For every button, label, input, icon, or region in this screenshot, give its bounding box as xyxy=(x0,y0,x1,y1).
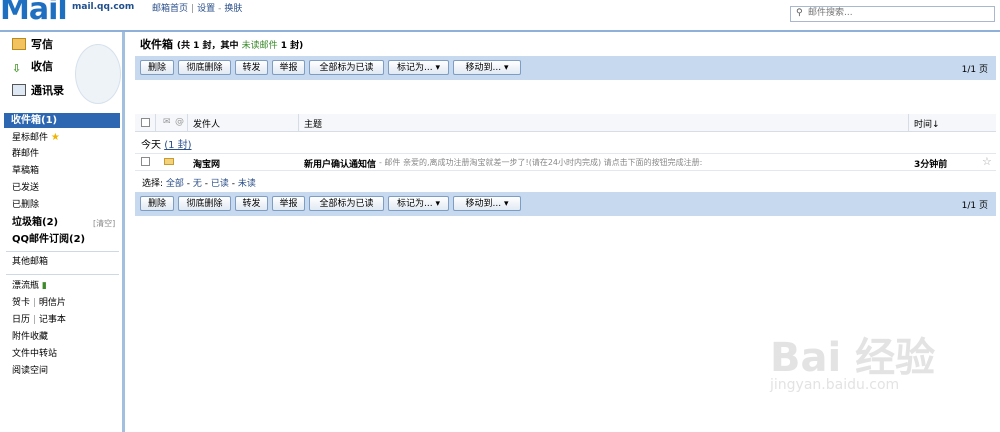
sidebar-item-drift-bottle[interactable]: 漂流瓶 ▮ xyxy=(12,280,47,293)
attachment-column-icon: @ xyxy=(175,117,184,127)
select-all-checkbox[interactable] xyxy=(141,118,150,127)
row-checkbox[interactable] xyxy=(141,157,150,166)
baidu-watermark: Bai 经验 xyxy=(770,335,936,381)
logo[interactable]: Mail xyxy=(0,0,68,27)
sidebar-item-drafts[interactable]: 草稿箱 xyxy=(12,165,39,178)
group-count-link[interactable]: (1 封) xyxy=(164,140,191,151)
sidebar-item-file-transfer[interactable]: 文件中转站 xyxy=(12,348,57,361)
link-mailbox-home[interactable]: 邮箱首页 xyxy=(152,4,188,14)
sidebar-item-reading-space[interactable]: 阅读空间 xyxy=(12,365,48,378)
page-title: 收件箱 (共 1 封，其中 未读邮件 1 封) xyxy=(140,38,304,51)
chevron-down-icon: ▾ xyxy=(435,199,440,209)
link-skin[interactable]: 换肤 xyxy=(224,4,242,14)
forward-button[interactable]: 转发 xyxy=(235,196,268,211)
page-indicator: 1/1 页 xyxy=(961,201,988,211)
sidebar-item-postcard[interactable]: 明信片 xyxy=(39,298,66,308)
sidebar-item-tools: 日历 | 记事本 xyxy=(12,315,66,325)
column-time[interactable]: 时间↓ xyxy=(914,117,940,130)
star-icon: ★ xyxy=(50,132,60,143)
contacts-button[interactable]: 通讯录 xyxy=(12,82,64,98)
delete-button[interactable]: 删除 xyxy=(140,60,174,75)
download-icon: ⇩ xyxy=(12,62,22,75)
mark-all-read-button[interactable]: 全部标为已读 xyxy=(309,60,384,75)
bottle-icon: ▮ xyxy=(41,281,47,291)
mark-as-dropdown[interactable]: 标记为... ▾ xyxy=(388,60,449,75)
table-row[interactable]: 淘宝网 新用户确认通知信 - 邮件 亲爱的,离成功注册淘宝就差一步了!(请在24… xyxy=(135,153,996,171)
move-to-dropdown[interactable]: 移动到... ▾ xyxy=(453,196,521,211)
sidebar-divider xyxy=(6,251,119,252)
column-sender[interactable]: 发件人 xyxy=(193,117,220,130)
select-read-link[interactable]: 已读 xyxy=(211,179,229,189)
clean-spam-link[interactable]: [清空] xyxy=(93,218,115,229)
select-none-link[interactable]: 无 xyxy=(193,179,202,189)
sidebar-item-other-mailbox[interactable]: 其他邮箱 xyxy=(12,256,48,269)
select-links: 选择: 全部 - 无 - 已读 - 未读 xyxy=(142,179,256,189)
sidebar-divider xyxy=(6,274,119,275)
page-indicator: 1/1 页 xyxy=(961,65,988,75)
mark-all-read-button[interactable]: 全部标为已读 xyxy=(309,196,384,211)
sidebar-item-spam[interactable]: 垃圾箱(2) xyxy=(12,216,58,229)
sidebar-item-inbox[interactable]: 收件箱(1) xyxy=(4,113,120,128)
baidu-watermark-url: jingyan.baidu.com xyxy=(770,377,900,393)
star-icon[interactable]: ☆ xyxy=(982,155,992,168)
sidebar-item-sent[interactable]: 已发送 xyxy=(12,182,39,195)
qq-penguin-decoration xyxy=(75,44,121,104)
logo-text: Mail xyxy=(0,0,68,27)
toolbar-bottom: 删除 彻底删除 转发 举报 全部标为已读 标记为... ▾ 移动到... ▾ 1… xyxy=(135,192,996,216)
row-preview[interactable]: - 邮件 亲爱的,离成功注册淘宝就差一步了!(请在24小时内完成) 请点击下面的… xyxy=(379,157,702,168)
column-subject[interactable]: 主题 xyxy=(304,117,322,130)
delete-permanently-button[interactable]: 彻底删除 xyxy=(178,196,231,211)
mail-search-box: ⚲ xyxy=(790,6,995,22)
mail-summary: (共 1 封，其中 未读邮件 1 封) xyxy=(176,41,304,51)
sidebar-item-subscription[interactable]: QQ邮件订阅(2) xyxy=(12,233,85,246)
forward-button[interactable]: 转发 xyxy=(235,60,268,75)
link-settings[interactable]: 设置 xyxy=(197,4,215,14)
list-header: ✉ @ 发件人 主题 时间↓ xyxy=(135,114,996,132)
sidebar-item-starred[interactable]: 星标邮件 ★ xyxy=(12,131,60,144)
delete-permanently-button[interactable]: 彻底删除 xyxy=(178,60,231,75)
compose-button[interactable]: 写信 xyxy=(12,36,53,52)
report-button[interactable]: 举报 xyxy=(272,60,305,75)
report-button[interactable]: 举报 xyxy=(272,196,305,211)
mail-search-input[interactable] xyxy=(808,7,988,19)
select-unread-link[interactable]: 未读 xyxy=(238,179,256,189)
move-to-dropdown[interactable]: 移动到... ▾ xyxy=(453,60,521,75)
unread-envelope-icon xyxy=(164,158,174,165)
receive-button[interactable]: ⇩ 收信 xyxy=(12,58,53,75)
delete-button[interactable]: 删除 xyxy=(140,196,174,211)
search-icon[interactable]: ⚲ xyxy=(796,8,803,18)
mark-as-dropdown[interactable]: 标记为... ▾ xyxy=(388,196,449,211)
sidebar: 写信 ⇩ 收信 通讯录 收件箱(1) 星标邮件 ★ 群邮件 草稿箱 已发送 已删除… xyxy=(0,32,125,432)
pencil-icon xyxy=(12,38,26,50)
row-sender[interactable]: 淘宝网 xyxy=(193,157,220,170)
top-links: 邮箱首页 | 设置 - 换肤 xyxy=(152,4,243,14)
row-time: 3分钟前 xyxy=(914,160,948,170)
chevron-down-icon: ▾ xyxy=(503,63,509,73)
logo-domain: mail.qq.com xyxy=(72,2,135,12)
sidebar-item-calendar[interactable]: 日历 xyxy=(12,315,30,325)
sidebar-item-group-mail[interactable]: 群邮件 xyxy=(12,148,39,161)
address-book-icon xyxy=(12,84,26,96)
sidebar-item-deleted[interactable]: 已删除 xyxy=(12,199,39,212)
toolbar-top: 删除 彻底删除 转发 举报 全部标为已读 标记为... ▾ 移动到... ▾ 1… xyxy=(135,56,996,80)
sidebar-item-attachments[interactable]: 附件收藏 xyxy=(12,331,48,344)
select-all-link[interactable]: 全部 xyxy=(166,179,184,189)
chevron-down-icon: ▾ xyxy=(503,199,509,209)
sidebar-item-cards: 贺卡 | 明信片 xyxy=(12,298,66,308)
sidebar-item-notepad[interactable]: 记事本 xyxy=(39,315,66,325)
top-bar: Mail mail.qq.com 邮箱首页 | 设置 - 换肤 ⚲ xyxy=(0,0,1000,30)
sidebar-item-greeting-card[interactable]: 贺卡 xyxy=(12,298,30,308)
group-today: 今天 (1 封) xyxy=(141,140,192,151)
envelope-column-icon: ✉ xyxy=(163,117,171,127)
chevron-down-icon: ▾ xyxy=(435,63,440,73)
row-subject[interactable]: 新用户确认通知信 xyxy=(304,157,376,170)
